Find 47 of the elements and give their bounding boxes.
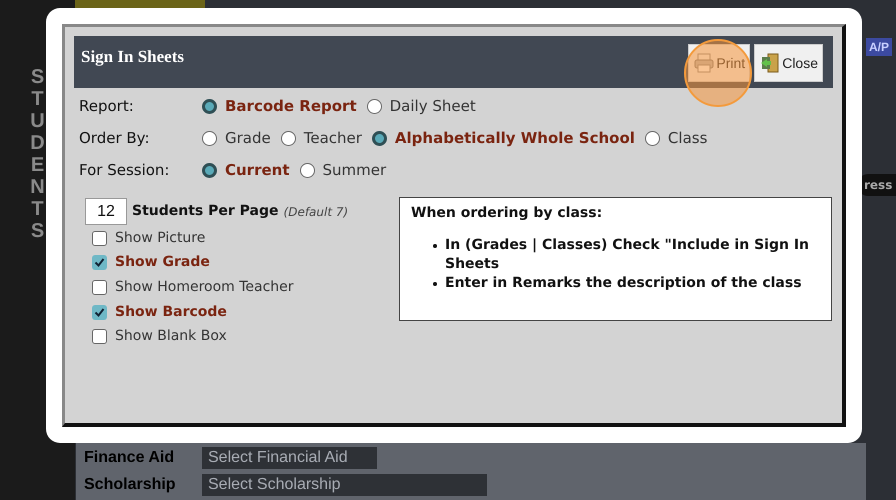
field-label: For Session: <box>79 160 170 181</box>
dialog-title: Sign In Sheets <box>81 46 184 68</box>
radio-button[interactable] <box>644 130 660 146</box>
field-label: Order By: <box>79 128 151 149</box>
field-label: Report: <box>79 96 135 117</box>
checkbox-label[interactable]: Show Homeroom Teacher <box>115 276 294 298</box>
option-label[interactable]: Current <box>225 158 290 182</box>
option-label[interactable]: Grade <box>225 126 271 150</box>
checkbox[interactable] <box>92 329 107 344</box>
select-field[interactable]: Select Scholarship <box>202 474 487 496</box>
bullet-icon <box>433 244 437 248</box>
radio-button[interactable] <box>202 162 217 178</box>
checkbox-label[interactable]: Show Picture <box>115 228 206 249</box>
printer-icon <box>693 52 716 74</box>
hint-text: (Default 7) <box>284 204 348 220</box>
option-label[interactable]: Daily Sheet <box>390 94 476 118</box>
radio-button[interactable] <box>300 162 315 178</box>
badge: A/P <box>866 38 892 56</box>
checkbox[interactable] <box>92 304 107 320</box>
option-label[interactable]: Class <box>668 126 708 150</box>
checkbox-label[interactable]: Show Blank Box <box>115 326 227 348</box>
radio-button[interactable] <box>280 130 296 146</box>
note-item: In (Grades | Classes) Check "Include in Sign In Sheets <box>445 236 810 274</box>
option-label[interactable]: Teacher <box>304 126 362 150</box>
radio-button[interactable] <box>202 98 217 114</box>
option-label[interactable]: Summer <box>322 158 386 182</box>
select-field[interactable]: Select Financial Aid <box>202 447 377 469</box>
sidebar-title: STUDENTS <box>29 66 46 242</box>
number-field[interactable]: 12 <box>85 198 127 225</box>
field-label: Scholarship <box>84 475 177 495</box>
field-label: Finance Aid <box>84 448 176 468</box>
option-label[interactable]: Alphabetically Whole School <box>394 126 635 150</box>
door-exit-icon <box>759 52 782 74</box>
close-button[interactable]: Close <box>754 44 823 82</box>
checkbox[interactable] <box>92 230 107 246</box>
checkbox-label[interactable]: Show Barcode <box>115 302 227 323</box>
option-label[interactable]: Barcode Report <box>225 94 357 118</box>
checkbox[interactable] <box>92 280 107 295</box>
radio-button[interactable] <box>202 130 217 146</box>
checkbox-label[interactable]: Show Grade <box>115 252 210 274</box>
bullet-icon <box>433 282 437 286</box>
radio-button[interactable] <box>366 98 382 114</box>
checkbox[interactable] <box>92 255 107 270</box>
radio-button[interactable] <box>372 130 387 146</box>
note-item: Enter in Remarks the description of the class <box>445 274 802 293</box>
note-heading: When ordering by class: <box>411 204 604 223</box>
field-label: Students Per Page <box>132 202 279 221</box>
